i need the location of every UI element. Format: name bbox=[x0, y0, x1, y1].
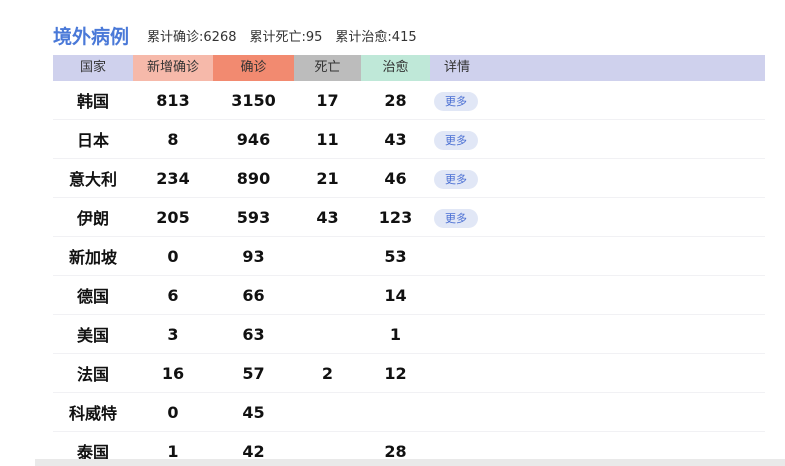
table-header: 国家 新增确诊 确诊 死亡 治愈 详情 bbox=[53, 55, 765, 81]
details-cell: 更多 bbox=[430, 90, 765, 111]
deaths-cell: 11 bbox=[316, 129, 339, 149]
confirmed-cell: 93 bbox=[242, 246, 265, 266]
table-row: 意大利 234 890 21 46 更多 bbox=[53, 159, 765, 198]
new-confirmed-cell: 8 bbox=[167, 129, 179, 149]
confirmed-cell: 593 bbox=[236, 207, 271, 227]
country-cell: 科威特 bbox=[68, 404, 117, 423]
more-button[interactable]: 更多 bbox=[434, 130, 478, 150]
total-confirmed-stat: 累计确诊:6268 bbox=[147, 29, 237, 45]
country-cell: 意大利 bbox=[68, 170, 117, 189]
new-confirmed-cell: 16 bbox=[161, 363, 185, 383]
new-confirmed-cell: 234 bbox=[156, 168, 190, 188]
country-cell: 日本 bbox=[76, 131, 109, 150]
confirmed-cell: 57 bbox=[242, 363, 265, 383]
new-confirmed-cell: 3 bbox=[167, 324, 179, 344]
cured-cell: 1 bbox=[389, 324, 402, 344]
confirmed-cell: 890 bbox=[236, 168, 271, 188]
confirmed-cell: 946 bbox=[236, 129, 271, 149]
col-header-country: 国家 bbox=[79, 60, 106, 75]
country-cell: 美国 bbox=[76, 326, 109, 345]
details-cell: 更多 bbox=[430, 168, 765, 189]
confirmed-cell: 63 bbox=[242, 324, 265, 344]
table-row: 德国 6 66 14 bbox=[53, 276, 765, 315]
deaths-cell: 17 bbox=[316, 90, 339, 110]
deaths-cell: 43 bbox=[316, 207, 339, 227]
new-confirmed-cell: 0 bbox=[167, 402, 179, 422]
deaths-cell: 2 bbox=[321, 363, 334, 383]
new-confirmed-cell: 1 bbox=[167, 441, 179, 461]
table-row: 美国 3 63 1 bbox=[53, 315, 765, 354]
more-button[interactable]: 更多 bbox=[434, 208, 478, 228]
cured-cell: 53 bbox=[384, 246, 407, 266]
total-deaths-stat: 累计死亡:95 bbox=[249, 29, 323, 45]
cured-cell: 14 bbox=[384, 285, 407, 305]
more-button[interactable]: 更多 bbox=[434, 169, 478, 189]
new-confirmed-cell: 813 bbox=[156, 90, 190, 110]
table-row: 韩国 813 3150 17 28 更多 bbox=[53, 81, 765, 120]
section-header: 境外病例 累计确诊:6268 累计死亡:95 累计治愈:415 bbox=[53, 20, 430, 50]
horizontal-scrollbar[interactable] bbox=[35, 459, 785, 466]
table-row: 法国 16 57 2 12 bbox=[53, 354, 765, 393]
table-row: 新加坡 0 93 53 bbox=[53, 237, 765, 276]
details-cell: 更多 bbox=[430, 129, 765, 150]
col-header-details: 详情 bbox=[444, 60, 471, 75]
col-header-new-confirmed: 新增确诊 bbox=[133, 55, 213, 81]
more-button[interactable]: 更多 bbox=[434, 91, 478, 111]
table-row: 伊朗 205 593 43 123 更多 bbox=[53, 198, 765, 237]
overseas-cases-page: 境外病例 累计确诊:6268 累计死亡:95 累计治愈:415 国家 新增确诊 … bbox=[0, 0, 785, 466]
total-cured-stat: 累计治愈:415 bbox=[335, 29, 417, 45]
col-header-confirmed: 确诊 bbox=[213, 55, 294, 81]
country-cell: 韩国 bbox=[76, 92, 109, 111]
confirmed-cell: 66 bbox=[242, 285, 265, 305]
confirmed-cell: 42 bbox=[242, 441, 265, 461]
country-cell: 德国 bbox=[76, 287, 109, 306]
details-cell: 更多 bbox=[430, 207, 765, 228]
table-body: 韩国 813 3150 17 28 更多 日本 8 946 11 43 更多 意… bbox=[53, 81, 765, 466]
cured-cell: 12 bbox=[384, 363, 407, 383]
table-row: 日本 8 946 11 43 更多 bbox=[53, 120, 765, 159]
confirmed-cell: 3150 bbox=[231, 90, 276, 110]
new-confirmed-cell: 6 bbox=[167, 285, 179, 305]
cured-cell: 28 bbox=[384, 441, 407, 461]
cured-cell: 28 bbox=[384, 90, 407, 110]
new-confirmed-cell: 205 bbox=[156, 207, 190, 227]
country-cell: 法国 bbox=[76, 365, 109, 384]
cured-cell: 43 bbox=[384, 129, 407, 149]
col-header-cured: 治愈 bbox=[361, 55, 430, 81]
confirmed-cell: 45 bbox=[242, 402, 265, 422]
table-row: 科威特 0 45 bbox=[53, 393, 765, 432]
country-cell: 新加坡 bbox=[68, 248, 117, 267]
deaths-cell: 21 bbox=[316, 168, 339, 188]
country-cell: 伊朗 bbox=[76, 209, 109, 228]
new-confirmed-cell: 0 bbox=[167, 246, 179, 266]
cured-cell: 46 bbox=[384, 168, 407, 188]
col-header-deaths: 死亡 bbox=[294, 55, 361, 81]
cured-cell: 123 bbox=[378, 207, 413, 227]
section-title: 境外病例 bbox=[53, 25, 130, 48]
